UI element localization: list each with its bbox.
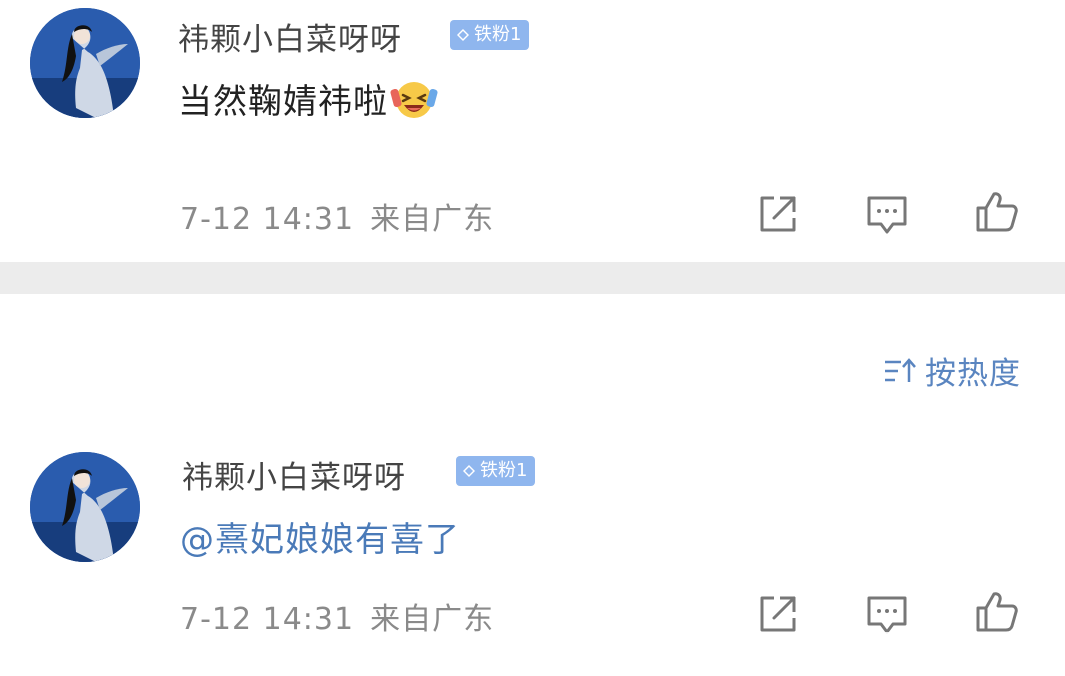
mention-text[interactable]: @熹妃娘娘有喜了	[180, 512, 460, 561]
comment-content: @熹妃娘娘有喜了	[180, 512, 460, 561]
fan-badge[interactable]: 铁粉1	[456, 456, 536, 486]
sort-icon	[885, 357, 916, 382]
share-icon[interactable]	[754, 190, 802, 238]
avatar[interactable]	[30, 8, 140, 118]
thumbs-up-icon[interactable]	[972, 188, 1020, 236]
share-icon[interactable]	[754, 590, 802, 638]
sort-label: 按热度	[925, 356, 1021, 392]
diamond-icon	[457, 29, 469, 41]
comment-item: 祎颗小白菜呀呀 铁粉1 当然鞠婧祎啦 7-12 14:31 来自广东	[0, 0, 1065, 262]
comment-time: 7-12 14:31	[180, 602, 355, 637]
comment-icon[interactable]	[863, 190, 911, 238]
comment-meta: 7-12 14:31 来自广东	[180, 194, 494, 238]
comment-feed: 祎颗小白菜呀呀 铁粉1 当然鞠婧祎啦 7-12 14:31 来自广东 按热度 祎…	[0, 0, 1065, 676]
comment-location: 来自广东	[370, 602, 495, 637]
thumbs-up-icon[interactable]	[972, 588, 1020, 636]
comment-meta: 7-12 14:31 来自广东	[180, 594, 494, 638]
diamond-icon	[463, 465, 475, 477]
badge-label: 铁粉1	[480, 460, 528, 481]
username[interactable]: 祎颗小白菜呀呀	[182, 452, 406, 497]
comment-text: 当然鞠婧祎啦	[178, 82, 388, 122]
avatar[interactable]	[30, 452, 140, 562]
section-divider	[0, 262, 1065, 294]
comment-time: 7-12 14:31	[180, 202, 355, 237]
badge-label: 铁粉1	[474, 24, 522, 45]
watermark	[837, 632, 1057, 668]
username[interactable]: 祎颗小白菜呀呀	[178, 14, 402, 59]
comment-location: 来自广东	[370, 202, 495, 237]
laugh-cry-emoji	[390, 81, 438, 118]
fan-badge[interactable]: 铁粉1	[450, 20, 530, 50]
sort-toggle[interactable]: 按热度	[883, 348, 1021, 393]
comment-icon[interactable]	[863, 590, 911, 638]
comment-content: 当然鞠婧祎啦	[178, 74, 438, 123]
